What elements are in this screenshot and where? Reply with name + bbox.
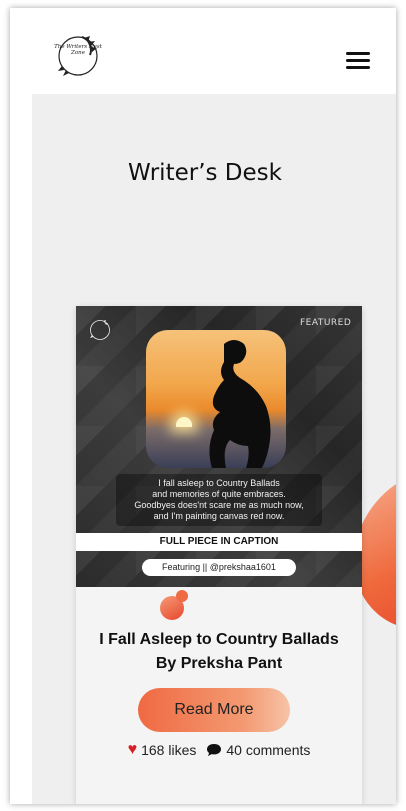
logo-text: The Writers Nest Zone — [54, 44, 102, 56]
comment-icon — [207, 744, 222, 756]
phone-frame: The Writers Nest Zone Writer’s Desk FEAT… — [10, 8, 396, 804]
featured-tag: FEATURED — [300, 318, 352, 328]
card-logo-icon — [90, 320, 110, 340]
poem-line: and I'm painting canvas red now. — [153, 511, 285, 521]
heart-icon: ♥ — [127, 741, 138, 758]
poem-excerpt: I fall asleep to Country Ballads and mem… — [116, 474, 322, 526]
read-more-button[interactable]: Read More — [138, 688, 290, 732]
featuring-credit: Featuring || @prekshaa1601 — [142, 559, 296, 576]
post-title: I Fall Asleep to Country Ballads By Prek… — [76, 628, 362, 676]
comments-count: 40 comments — [226, 742, 311, 758]
post-image[interactable]: FEATURED I fall asleep to Country Ballad… — [76, 306, 362, 587]
poem-line: and memories of quite embraces. — [152, 489, 286, 499]
post-card: FEATURED I fall asleep to Country Ballad… — [76, 306, 362, 804]
sun-shape — [176, 417, 192, 427]
logo-wreath-icon — [58, 36, 98, 76]
main-content: Writer’s Desk FEATURED I fall asleep to … — [32, 94, 396, 804]
hamburger-icon — [346, 52, 370, 55]
hamburger-icon-bar — [346, 66, 370, 69]
sunset-image — [146, 330, 286, 468]
likes-count: 168 likes — [141, 742, 197, 758]
comments-stat[interactable]: 40 comments — [206, 742, 310, 758]
likes-stat[interactable]: ♥ 168 likes — [127, 741, 197, 759]
post-stats: ♥ 168 likes 40 comments — [76, 741, 362, 759]
caption-bar: FULL PIECE IN CAPTION — [76, 533, 362, 551]
site-logo[interactable]: The Writers Nest Zone — [54, 32, 102, 80]
header: The Writers Nest Zone — [10, 8, 396, 94]
decorative-bubble-small — [176, 590, 188, 602]
post-author: By Preksha Pant — [155, 655, 283, 672]
poem-line: I fall asleep to Country Ballads — [158, 478, 280, 488]
post-title-line: I Fall Asleep to Country Ballads — [99, 631, 339, 648]
poem-line: Goodbyes does'nt scare me as much now, — [134, 500, 304, 510]
page-title: Writer’s Desk — [128, 160, 282, 186]
thinker-silhouette-icon — [209, 340, 271, 468]
hamburger-icon-bar — [346, 59, 370, 62]
menu-button[interactable] — [346, 52, 370, 72]
